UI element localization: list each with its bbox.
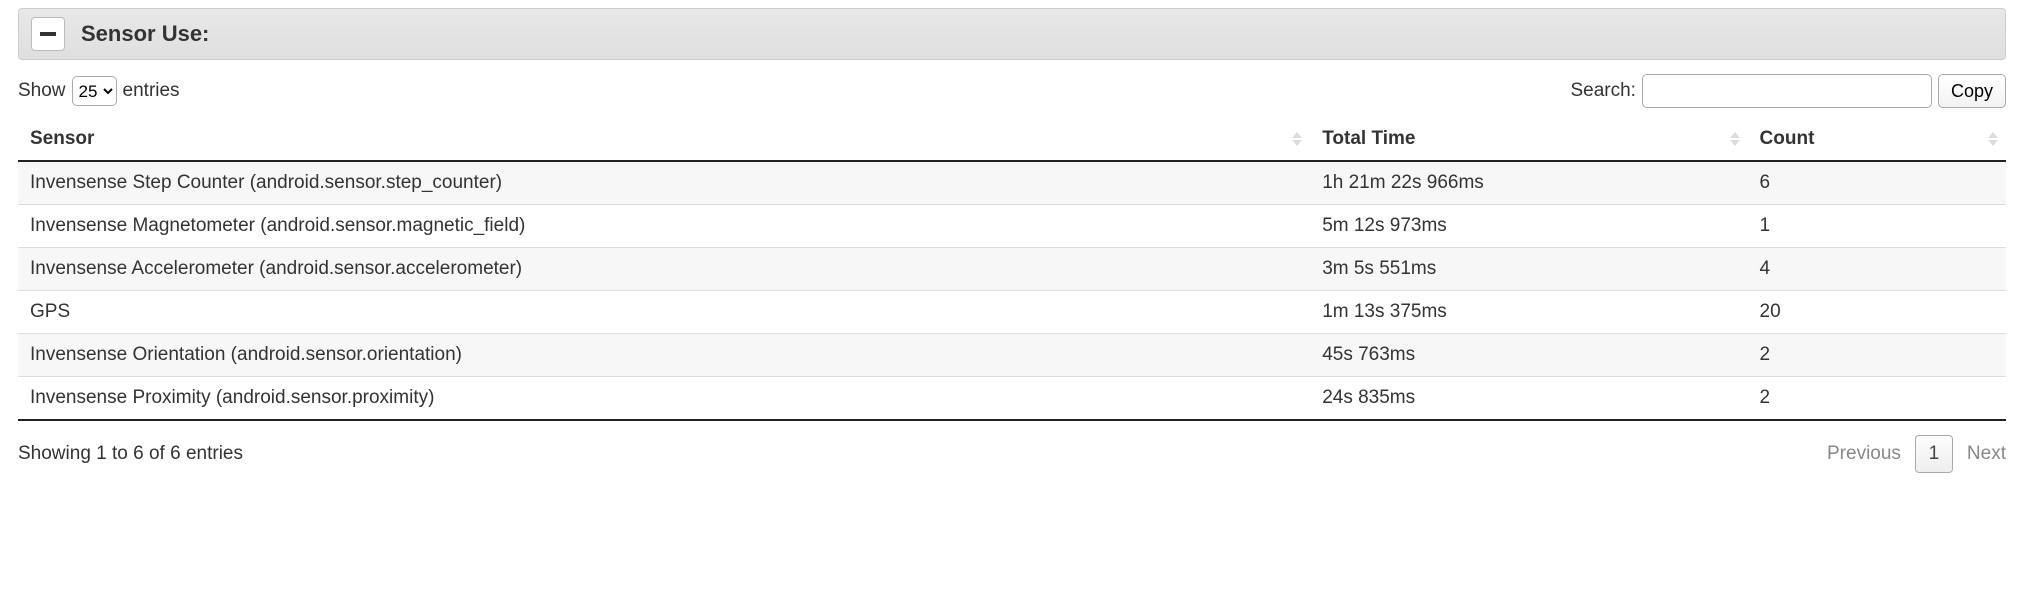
footer-row: Showing 1 to 6 of 6 entries Previous 1 N…: [18, 435, 2006, 473]
copy-button[interactable]: Copy: [1938, 74, 2006, 108]
show-prefix: Show: [18, 80, 66, 102]
sort-icon: [1292, 132, 1302, 146]
cell-sensor: Invensense Accelerometer (android.sensor…: [18, 248, 1310, 291]
table-row: Invensense Orientation (android.sensor.o…: [18, 334, 2006, 377]
cell-sensor: Invensense Proximity (android.sensor.pro…: [18, 377, 1310, 421]
collapse-button[interactable]: [31, 17, 65, 51]
page-number-1[interactable]: 1: [1915, 435, 1953, 473]
cell-sensor: Invensense Step Counter (android.sensor.…: [18, 161, 1310, 205]
table-row: Invensense Step Counter (android.sensor.…: [18, 161, 2006, 205]
cell-count: 2: [1748, 334, 2006, 377]
length-control: Show 25 entries: [18, 76, 180, 106]
length-select[interactable]: 25: [72, 76, 117, 106]
search-input[interactable]: [1642, 74, 1932, 108]
cell-total-time: 5m 12s 973ms: [1310, 205, 1747, 248]
col-header-sensor[interactable]: Sensor: [18, 118, 1310, 161]
table-row: GPS1m 13s 375ms20: [18, 291, 2006, 334]
cell-sensor: GPS: [18, 291, 1310, 334]
cell-total-time: 24s 835ms: [1310, 377, 1747, 421]
cell-total-time: 45s 763ms: [1310, 334, 1747, 377]
search-label: Search:: [1570, 80, 1635, 102]
cell-sensor: Invensense Magnetometer (android.sensor.…: [18, 205, 1310, 248]
col-header-total-time-label: Total Time: [1322, 128, 1415, 149]
cell-count: 2: [1748, 377, 2006, 421]
cell-total-time: 1m 13s 375ms: [1310, 291, 1747, 334]
cell-total-time: 1h 21m 22s 966ms: [1310, 161, 1747, 205]
next-button[interactable]: Next: [1967, 443, 2006, 465]
table-body: Invensense Step Counter (android.sensor.…: [18, 161, 2006, 420]
cell-sensor: Invensense Orientation (android.sensor.o…: [18, 334, 1310, 377]
controls-row: Show 25 entries Search: Copy: [18, 74, 2006, 108]
previous-button[interactable]: Previous: [1827, 443, 1901, 465]
show-suffix: entries: [123, 80, 180, 102]
col-header-total-time[interactable]: Total Time: [1310, 118, 1747, 161]
sensor-table: Sensor Total Time Count Invensense Step …: [18, 118, 2006, 421]
cell-count: 6: [1748, 161, 2006, 205]
cell-count: 20: [1748, 291, 2006, 334]
panel-title: Sensor Use:: [81, 21, 209, 47]
minus-icon: [40, 32, 56, 36]
pagination: Previous 1 Next: [1827, 435, 2006, 473]
col-header-count[interactable]: Count: [1748, 118, 2006, 161]
cell-total-time: 3m 5s 551ms: [1310, 248, 1747, 291]
cell-count: 1: [1748, 205, 2006, 248]
table-row: Invensense Accelerometer (android.sensor…: [18, 248, 2006, 291]
panel-header: Sensor Use:: [18, 8, 2006, 60]
col-header-sensor-label: Sensor: [30, 128, 94, 149]
right-controls: Search: Copy: [1570, 74, 2006, 108]
sort-icon: [1730, 132, 1740, 146]
table-header-row: Sensor Total Time Count: [18, 118, 2006, 161]
table-row: Invensense Magnetometer (android.sensor.…: [18, 205, 2006, 248]
table-row: Invensense Proximity (android.sensor.pro…: [18, 377, 2006, 421]
table-info: Showing 1 to 6 of 6 entries: [18, 443, 243, 465]
cell-count: 4: [1748, 248, 2006, 291]
col-header-count-label: Count: [1760, 128, 1815, 149]
sort-icon: [1988, 132, 1998, 146]
